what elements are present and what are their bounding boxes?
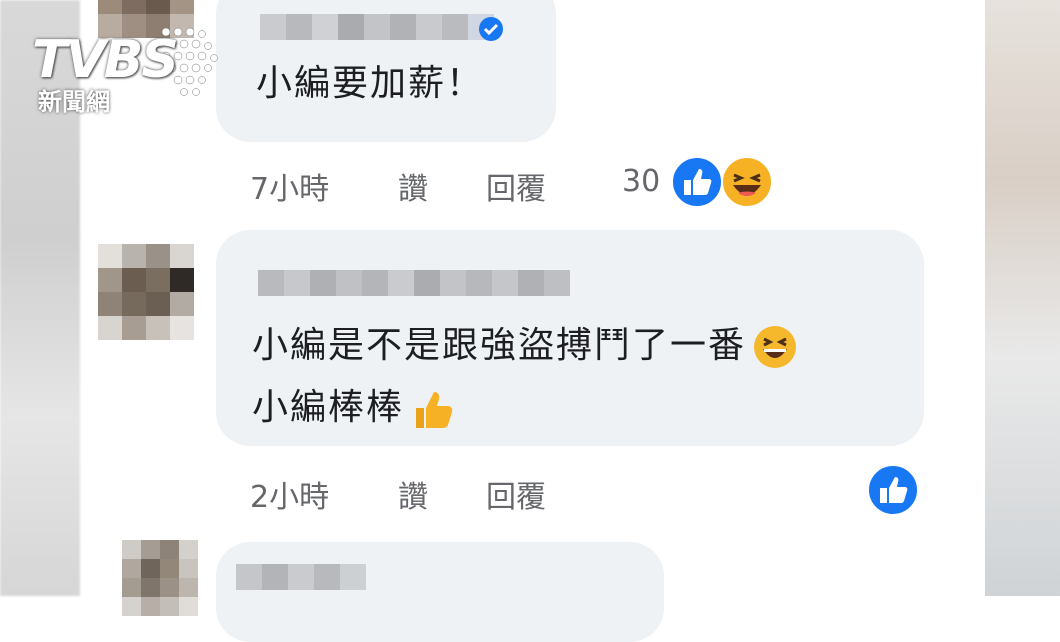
comment-actions: 2小時 讚 回覆 — [250, 472, 570, 515]
comment-text-line-2: 小編棒棒 — [252, 378, 456, 432]
grinning-squint-emoji-icon — [754, 326, 797, 368]
like-button[interactable]: 讚 — [398, 472, 428, 516]
avatar[interactable] — [98, 244, 194, 340]
reply-button[interactable]: 回覆 — [486, 472, 546, 516]
commenter-name-blurred[interactable] — [236, 564, 366, 590]
right-frame-edge — [985, 0, 1060, 596]
laugh-emoji-icon[interactable] — [720, 155, 774, 209]
commenter-name-blurred[interactable] — [258, 270, 570, 296]
reaction-count[interactable]: 30 — [622, 164, 660, 199]
comment-bubble: 小編是不是跟強盜搏鬥了一番 小編棒棒 — [216, 230, 924, 446]
like-button[interactable]: 讚 — [398, 164, 428, 208]
comment-text: 小編要加薪！ — [256, 63, 485, 104]
comment-timestamp[interactable]: 7小時 — [250, 164, 329, 208]
comment-bubble: 小編要加薪！ — [216, 0, 556, 142]
comment-text-line-1: 小編是不是跟強盜搏鬥了一番 — [252, 316, 798, 370]
comment-timestamp[interactable]: 2小時 — [250, 472, 329, 516]
comment-bubble — [216, 542, 664, 642]
logo-wordmark: TVBS — [32, 30, 179, 90]
like-icon[interactable] — [866, 463, 920, 517]
thumbs-up-emoji-icon — [416, 392, 453, 428]
commenter-name-blurred[interactable] — [260, 14, 494, 40]
logo-subtitle: 新聞網 — [38, 88, 110, 116]
like-icon[interactable] — [670, 155, 724, 209]
avatar[interactable] — [122, 540, 198, 616]
verified-badge-icon — [479, 17, 503, 41]
reply-button[interactable]: 回覆 — [486, 164, 546, 208]
comment-actions: 7小時 讚 回覆 — [250, 164, 570, 207]
tvbs-logo: TVBS 新聞網 — [28, 20, 218, 120]
